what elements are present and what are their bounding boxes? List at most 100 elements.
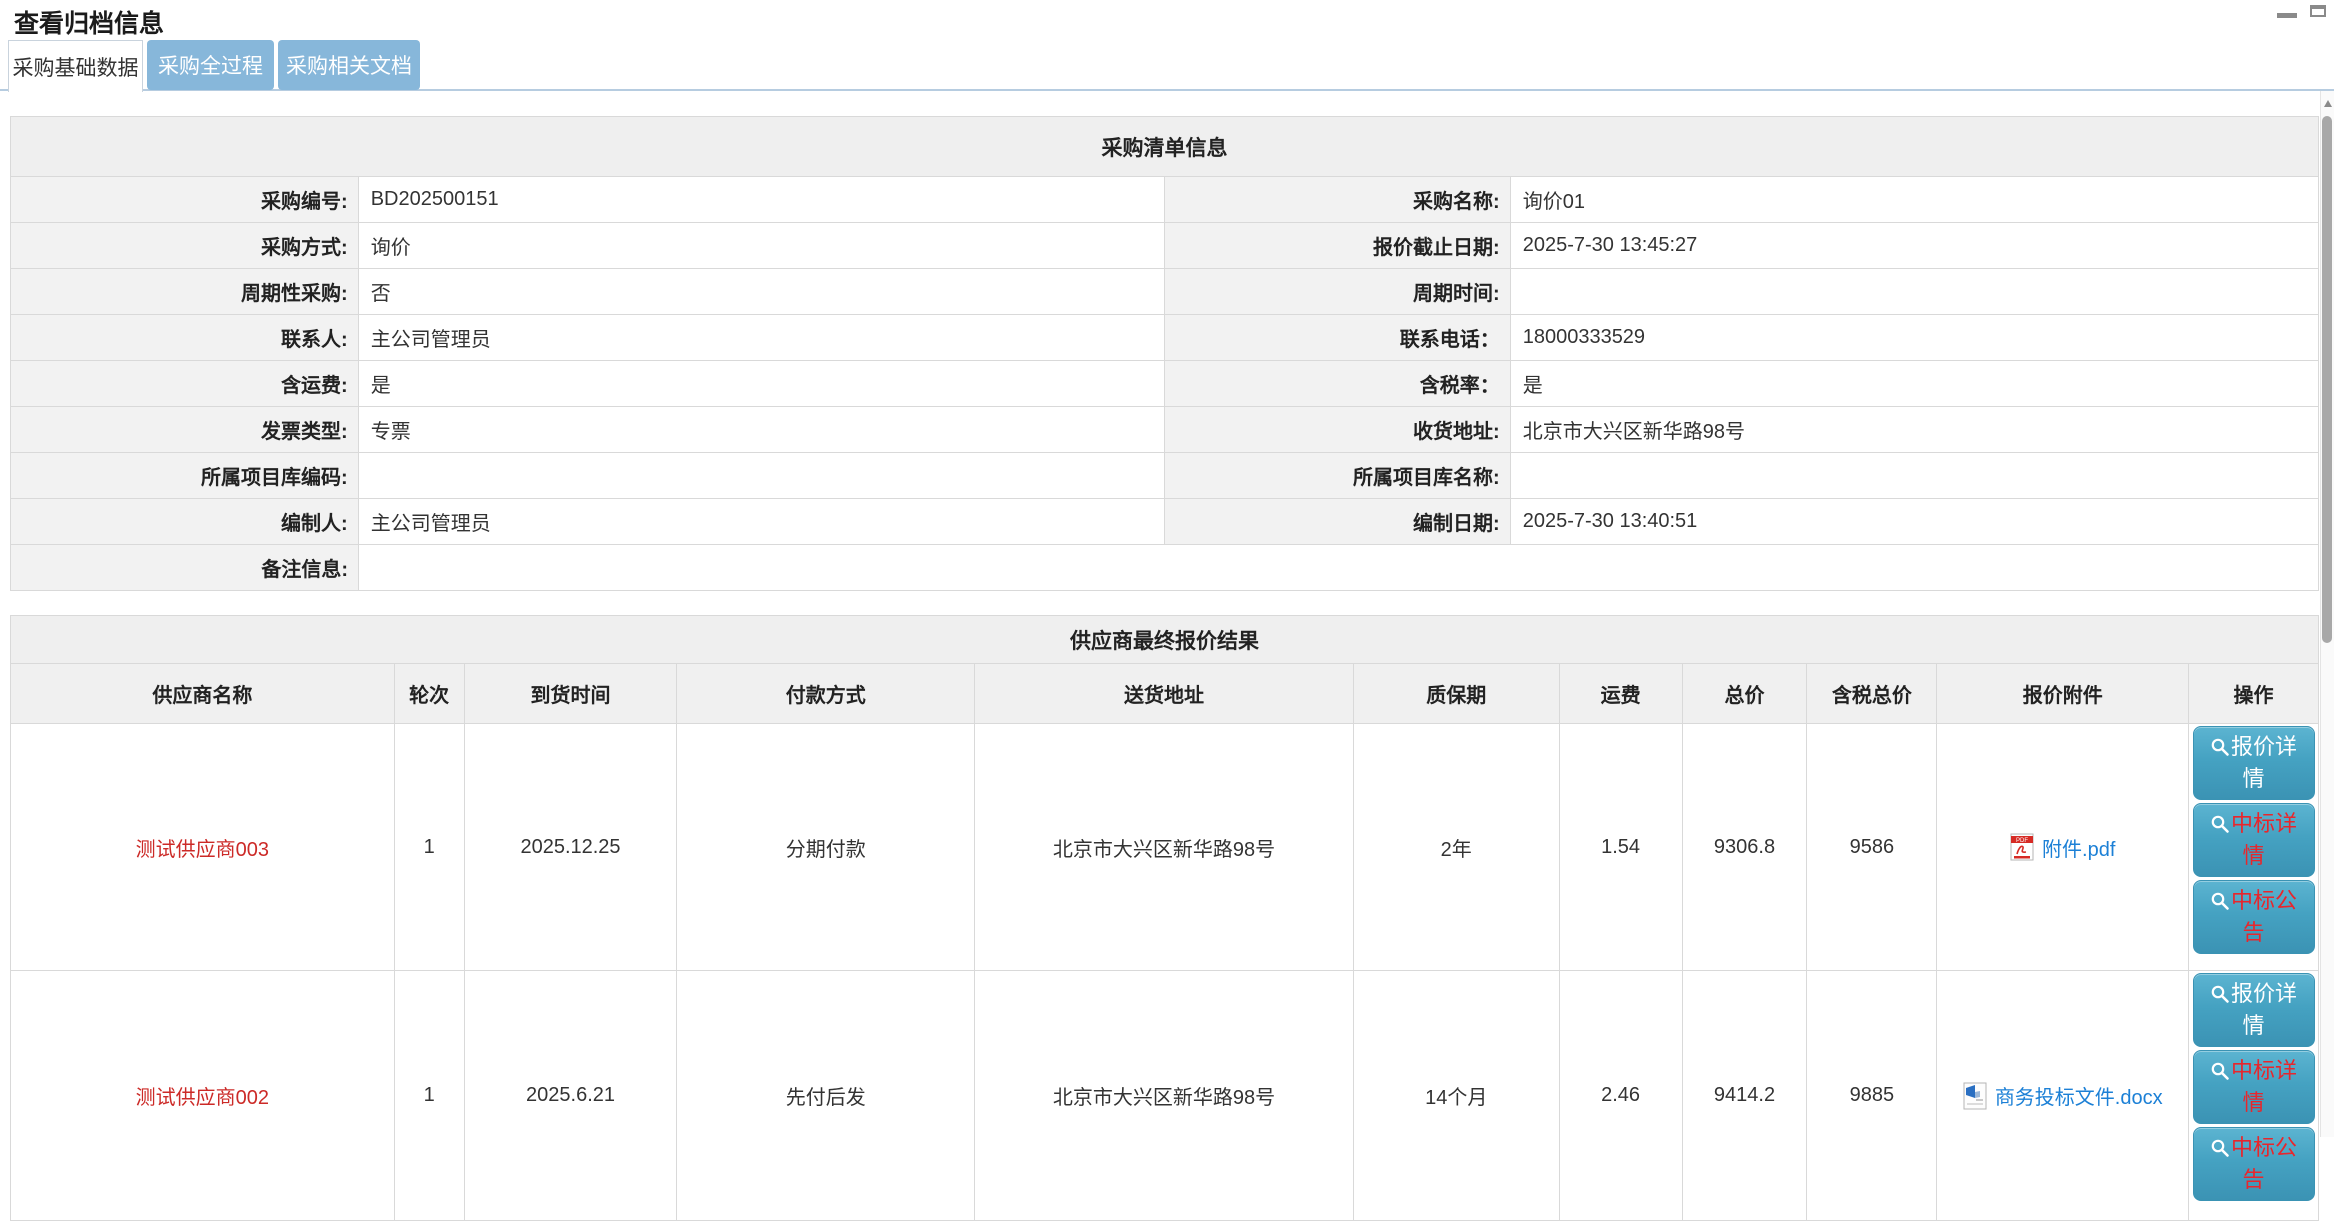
delivery-address-cell: 北京市大兴区新华路98号: [975, 724, 1354, 970]
column-header: 付款方式: [677, 664, 975, 723]
table-row: 所属项目库编码: 所属项目库名称:: [11, 452, 2318, 498]
pdf-file-icon: PDF: [2010, 833, 2034, 861]
table-row: 采购方式: 询价 报价截止日期: 2025-7-30 13:45:27: [11, 222, 2318, 268]
tab-label: 采购相关文档: [286, 50, 412, 80]
payment-method-cell: 分期付款: [677, 724, 975, 970]
column-header: 轮次: [395, 664, 465, 723]
purchase-info-table: 采购清单信息 采购编号: BD202500151 采购名称: 询价01 采购方式…: [10, 116, 2319, 591]
award-detail-button[interactable]: 中标详情: [2193, 1050, 2315, 1124]
field-value: [359, 453, 1165, 498]
field-value: 18000333529: [1511, 315, 2318, 360]
quote-detail-button[interactable]: 报价详情: [2193, 726, 2315, 800]
field-label: 收货地址:: [1165, 407, 1511, 452]
column-header: 含税总价: [1807, 664, 1937, 723]
attachment-link[interactable]: PDF 附件.pdf: [2010, 833, 2115, 862]
column-header: 到货时间: [465, 664, 678, 723]
field-label: 采购名称:: [1165, 177, 1511, 222]
total-price-cell: 9306.8: [1683, 724, 1808, 970]
table-row: 发票类型: 专票 收货地址: 北京市大兴区新华路98号: [11, 406, 2318, 452]
field-label: 发票类型:: [11, 407, 359, 452]
vertical-scrollbar[interactable]: [2320, 91, 2334, 1137]
field-value: 询价01: [1511, 177, 2318, 222]
field-value: [1511, 453, 2318, 498]
field-label: 编制人:: [11, 499, 359, 544]
quote-table-header: 供应商名称 轮次 到货时间 付款方式 送货地址 质保期 运费 总价 含税总价 报…: [11, 663, 2318, 723]
column-header: 运费: [1560, 664, 1683, 723]
field-label: 报价截止日期:: [1165, 223, 1511, 268]
field-value: 是: [1511, 361, 2318, 406]
total-price-cell: 9414.2: [1683, 971, 1808, 1220]
delivery-date-cell: 2025.6.21: [465, 971, 678, 1220]
round-cell: 1: [395, 971, 465, 1220]
scroll-up-arrow-icon[interactable]: [2324, 100, 2332, 107]
column-header: 送货地址: [975, 664, 1354, 723]
column-header: 总价: [1683, 664, 1808, 723]
freight-cell: 1.54: [1560, 724, 1683, 970]
tab-purchase-full-process[interactable]: 采购全过程: [147, 40, 274, 90]
table-row: 周期性采购: 否 周期时间:: [11, 268, 2318, 314]
field-label: 联系电话：: [1165, 315, 1511, 360]
attachment-link[interactable]: 商务投标文件.docx: [1963, 1081, 2163, 1110]
total-with-tax-cell: 9586: [1807, 724, 1937, 970]
field-value: 2025-7-30 13:45:27: [1511, 223, 2318, 268]
field-value: 2025-7-30 13:40:51: [1511, 499, 2318, 544]
field-label: 周期时间:: [1165, 269, 1511, 314]
word-file-icon: [1963, 1082, 1987, 1110]
magnifier-icon: [2210, 1061, 2230, 1081]
payment-method-cell: 先付后发: [677, 971, 975, 1220]
delivery-address-cell: 北京市大兴区新华路98号: [975, 971, 1354, 1220]
field-value: 北京市大兴区新华路98号: [1511, 407, 2318, 452]
table-row: 含运费: 是 含税率： 是: [11, 360, 2318, 406]
column-header: 质保期: [1354, 664, 1560, 723]
magnifier-icon: [2210, 737, 2230, 757]
quote-detail-button[interactable]: 报价详情: [2193, 973, 2315, 1047]
award-detail-button[interactable]: 中标详情: [2193, 803, 2315, 877]
magnifier-icon: [2210, 984, 2230, 1004]
field-value: BD202500151: [359, 177, 1165, 222]
scrollbar-thumb[interactable]: [2322, 116, 2332, 643]
magnifier-icon: [2210, 1138, 2230, 1158]
field-value: 否: [359, 269, 1165, 314]
award-notice-button[interactable]: 中标公告: [2193, 880, 2315, 954]
field-label: 含运费:: [11, 361, 359, 406]
tab-purchase-basic-data[interactable]: 采购基础数据: [8, 40, 143, 92]
table-row: 联系人: 主公司管理员 联系电话： 18000333529: [11, 314, 2318, 360]
archive-info-window: 查看归档信息 采购基础数据 采购全过程 采购相关文档 采购清单信息 采购编号: …: [0, 0, 2334, 1137]
supplier-link[interactable]: 测试供应商002: [136, 1081, 269, 1110]
warranty-cell: 2年: [1354, 724, 1560, 970]
supplier-link[interactable]: 测试供应商003: [136, 833, 269, 862]
tab-label: 采购全过程: [158, 50, 263, 80]
field-label: 备注信息:: [11, 545, 359, 590]
field-label: 周期性采购:: [11, 269, 359, 314]
field-value: 专票: [359, 407, 1165, 452]
freight-cell: 2.46: [1560, 971, 1683, 1220]
supplier-quote-table: 供应商最终报价结果 供应商名称 轮次 到货时间 付款方式 送货地址 质保期 运费…: [10, 615, 2319, 1221]
field-label: 编制日期:: [1165, 499, 1511, 544]
svg-text:PDF: PDF: [2016, 838, 2028, 844]
purchase-info-table-title: 采购清单信息: [11, 117, 2318, 176]
field-value: [1511, 269, 2318, 314]
field-label: 采购编号:: [11, 177, 359, 222]
minimize-icon[interactable]: [2277, 13, 2297, 18]
delivery-date-cell: 2025.12.25: [465, 724, 678, 970]
magnifier-icon: [2210, 814, 2230, 834]
supplier-quote-table-title: 供应商最终报价结果: [11, 616, 2318, 663]
field-label: 联系人:: [11, 315, 359, 360]
maximize-icon[interactable]: [2310, 5, 2326, 17]
column-header: 报价附件: [1937, 664, 2189, 723]
award-notice-button[interactable]: 中标公告: [2193, 1127, 2315, 1201]
field-value: 主公司管理员: [359, 499, 1165, 544]
warranty-cell: 14个月: [1354, 971, 1560, 1220]
total-with-tax-cell: 9885: [1807, 971, 1937, 1220]
field-value: 询价: [359, 223, 1165, 268]
column-header: 操作: [2189, 664, 2318, 723]
table-row: 备注信息:: [11, 544, 2318, 590]
round-cell: 1: [395, 724, 465, 970]
page-title: 查看归档信息: [14, 4, 164, 40]
tab-label: 采购基础数据: [13, 52, 139, 82]
table-row: 测试供应商003 1 2025.12.25 分期付款 北京市大兴区新华路98号 …: [11, 723, 2318, 970]
field-value: 是: [359, 361, 1165, 406]
field-label: 所属项目库名称:: [1165, 453, 1511, 498]
tab-purchase-related-docs[interactable]: 采购相关文档: [278, 40, 420, 90]
field-label: 采购方式:: [11, 223, 359, 268]
